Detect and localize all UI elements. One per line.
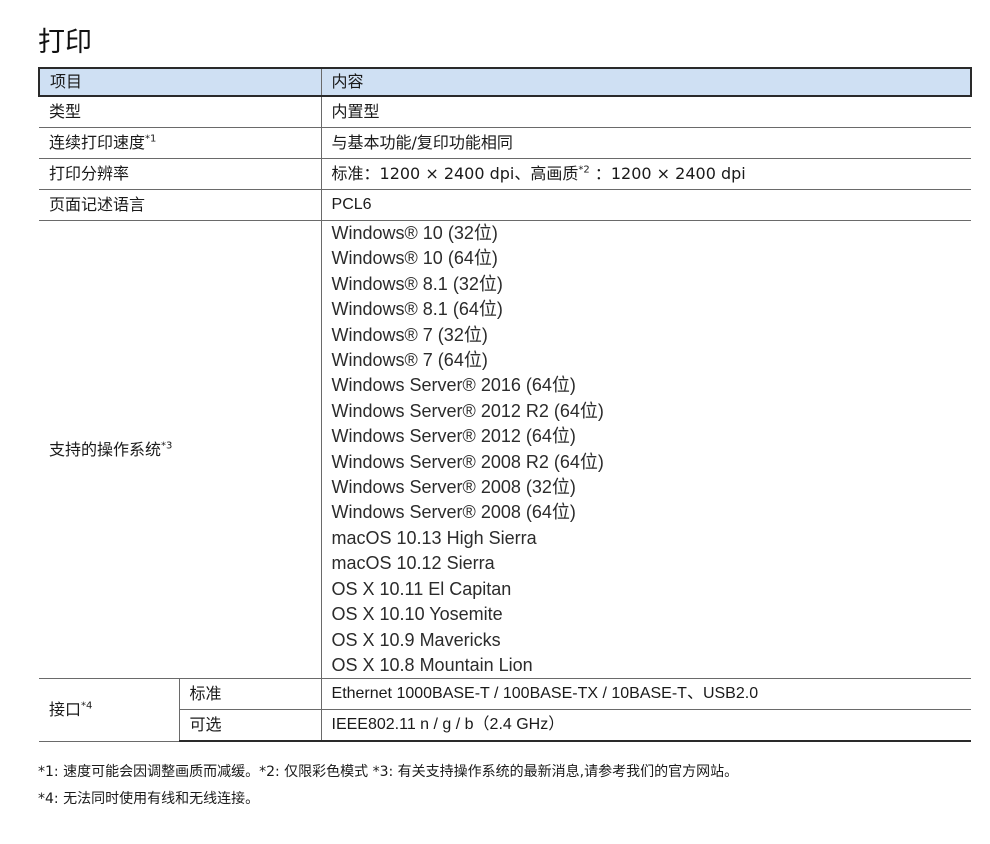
interface-standard-label: 标准 <box>179 678 322 711</box>
list-item: Windows Server® 2008 (32位) <box>331 477 576 498</box>
os-label: 支持的操作系统 <box>49 439 162 459</box>
list-item: OS X 10.10 Yosemite <box>331 604 503 625</box>
pdl-label: 页面记述语言 <box>39 189 322 221</box>
footnote-line-2: *4: 无法同时使用有线和无线连接。 <box>38 791 260 807</box>
list-item: Windows® 10 (32位) <box>331 223 498 243</box>
type-label: 类型 <box>39 96 322 128</box>
interface-standard-value: Ethernet 1000BASE-T / 100BASE-TX / 10BAS… <box>321 678 972 711</box>
interface-label: 接口 <box>49 700 82 720</box>
list-item: Windows Server® 2008 R2 (64位) <box>331 451 604 472</box>
resolution-value-high: ：1200 × 2400 dpi <box>589 164 746 183</box>
list-item: macOS 10.13 High Sierra <box>331 527 537 548</box>
os-footnote-marker: *3 <box>161 440 173 452</box>
footnotes: *1: 速度可能会因调整画质而减缓。*2: 仅限彩色模式 *3: 有关支持操作系… <box>38 759 738 813</box>
list-item: Windows Server® 2012 (64位) <box>331 426 576 447</box>
interface-optional-value: IEEE802.11 n / g / b（2.4 GHz） <box>321 709 972 743</box>
interface-footnote-marker: *4 <box>81 700 93 712</box>
table-row-os: 支持的操作系统*3 Windows® 10 (32位) Windows® 10 … <box>39 220 972 680</box>
speed-label: 连续打印速度 <box>49 133 146 152</box>
list-item: Windows® 7 (64位) <box>331 350 488 371</box>
table-row-interface-optional: 可选 IEEE802.11 n / g / b（2.4 GHz） <box>39 709 972 743</box>
speed-label-cell: 连续打印速度*1 <box>39 127 322 159</box>
list-item: Windows Server® 2008 (64位) <box>331 502 576 523</box>
list-item: Windows Server® 2012 R2 (64位) <box>331 400 604 421</box>
resolution-value-standard: 标准：1200 × 2400 dpi、高画质 <box>331 164 579 183</box>
list-item: Windows® 7 (32位) <box>331 324 488 345</box>
speed-footnote-marker: *1 <box>145 133 157 145</box>
speed-value: 与基本功能/复印功能相同 <box>321 127 972 159</box>
resolution-value-cell: 标准：1200 × 2400 dpi、高画质*2 ：1200 × 2400 dp… <box>321 158 972 190</box>
list-item: macOS 10.12 Sierra <box>331 553 495 574</box>
table-row-interface-standard: 接口*4 标准 Ethernet 1000BASE-T / 100BASE-TX… <box>39 678 972 742</box>
table-row-speed: 连续打印速度*1 与基本功能/复印功能相同 <box>39 127 972 159</box>
header-item-cell: 项目 <box>37 67 322 97</box>
list-item: OS X 10.8 Mountain Lion <box>331 654 533 675</box>
list-item: Windows® 10 (64位) <box>331 248 498 269</box>
interface-optional-label: 可选 <box>179 709 322 743</box>
list-item: Windows® 8.1 (32位) <box>331 273 503 294</box>
table-row-type: 类型 内置型 <box>39 96 972 128</box>
list-item: Windows Server® 2016 (64位) <box>331 375 576 396</box>
header-content-cell: 内容 <box>321 67 973 97</box>
list-item: Windows® 8.1 (64位) <box>331 299 503 320</box>
table-header-row: 项目 内容 <box>37 67 973 97</box>
page-title: 打印 <box>38 27 92 58</box>
interface-label-cell: 接口*4 <box>39 678 180 742</box>
pdl-value: PCL6 <box>321 189 972 221</box>
os-label-cell: 支持的操作系统*3 <box>39 220 322 680</box>
table-row-pdl: 页面记述语言 PCL6 <box>39 189 972 221</box>
resolution-footnote-marker: *2 <box>578 164 590 176</box>
table-row-resolution: 打印分辨率 标准：1200 × 2400 dpi、高画质*2 ：1200 × 2… <box>39 158 972 190</box>
list-item: OS X 10.9 Mavericks <box>331 629 501 650</box>
type-value: 内置型 <box>321 96 972 128</box>
footnote-line-1: *1: 速度可能会因调整画质而减缓。*2: 仅限彩色模式 *3: 有关支持操作系… <box>38 764 739 780</box>
list-item: OS X 10.11 El Capitan <box>331 578 512 599</box>
os-list: Windows® 10 (32位) Windows® 10 (64位) Wind… <box>321 220 972 680</box>
resolution-label: 打印分辨率 <box>39 158 322 190</box>
spec-table: 项目 内容 类型 内置型 连续打印速度*1 与基本功能/复印功能相同 打印分辨率… <box>37 67 973 743</box>
